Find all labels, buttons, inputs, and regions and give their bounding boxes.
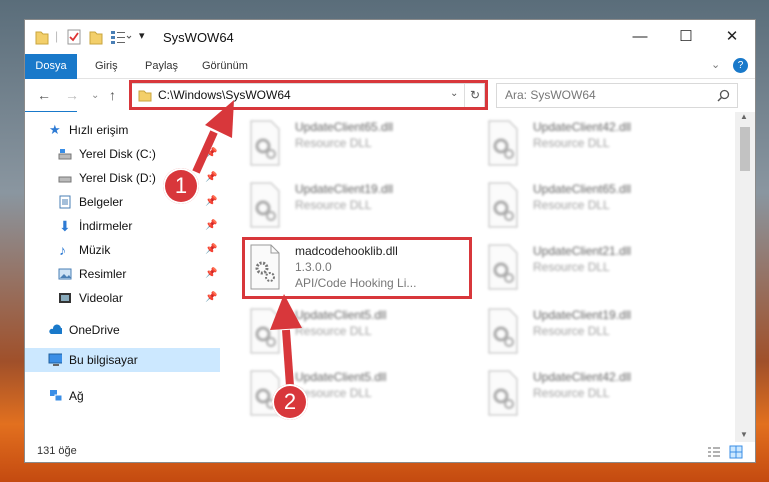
- arrow-1-shaft: [192, 130, 218, 174]
- arrow-2-head: [270, 294, 302, 330]
- callout-2: 2: [272, 384, 308, 420]
- annotation-arrows: [192, 100, 302, 387]
- callout-1: 1: [163, 168, 199, 204]
- arrow-2-shaft: [282, 329, 294, 387]
- arrow-1-head: [205, 100, 234, 138]
